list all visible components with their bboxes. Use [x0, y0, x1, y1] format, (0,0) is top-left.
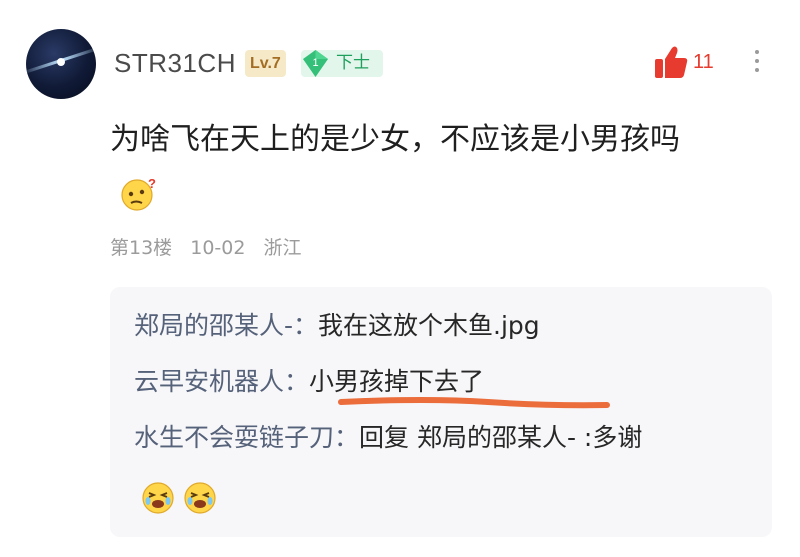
thumbs-up-icon[interactable]	[654, 44, 688, 80]
comment-text: 为啥飞在天上的是少女，不应该是小男孩吗	[110, 122, 680, 157]
laughing-crying-face-emoji	[142, 482, 174, 514]
reply-item[interactable]: 云早安机器人：小男孩掉下去了	[134, 365, 484, 399]
replies-box[interactable]: 郑局的邵某人-：我在这放个木鱼.jpg 云早安机器人：小男孩掉下去了 水生不会耍…	[110, 287, 772, 537]
reply-text: 小男孩掉下去了	[309, 367, 485, 396]
like-count: 11	[693, 51, 714, 73]
orange-underline-mark	[338, 397, 610, 409]
reply-text: 回复 郑局的邵某人- :多谢	[359, 423, 643, 452]
reply-author[interactable]: 云早安机器人：	[134, 367, 309, 396]
more-options-icon[interactable]	[750, 46, 764, 80]
reply-author[interactable]: 水生不会耍链子刀：	[134, 423, 359, 452]
avatar[interactable]	[26, 29, 96, 99]
confused-face-emoji: ?	[121, 176, 156, 211]
rank-number: 1	[312, 57, 318, 69]
reply-author[interactable]: 郑局的邵某人-：	[134, 311, 318, 340]
comment-date: 10-02	[190, 237, 246, 259]
rank-label: 下士	[336, 53, 370, 73]
reply-item[interactable]: 郑局的邵某人-：我在这放个木鱼.jpg	[134, 309, 540, 343]
laughing-crying-face-emoji	[184, 482, 216, 514]
level-badge: Lv.7	[245, 50, 286, 77]
reply-item[interactable]: 水生不会耍链子刀：回复 郑局的邵某人- :多谢	[134, 421, 642, 455]
floor-number: 第13楼	[110, 237, 173, 259]
svg-text:?: ?	[148, 176, 156, 191]
avatar-comet-head	[57, 58, 65, 66]
rank-gem-icon: 1	[303, 50, 328, 77]
rank-badge: 1 下士	[301, 50, 383, 77]
comment-location: 浙江	[263, 237, 302, 259]
comment-meta: 第13楼 10-02 浙江	[110, 235, 314, 261]
username[interactable]: STR31CH	[114, 47, 236, 79]
reply-text: 我在这放个木鱼.jpg	[318, 311, 540, 340]
